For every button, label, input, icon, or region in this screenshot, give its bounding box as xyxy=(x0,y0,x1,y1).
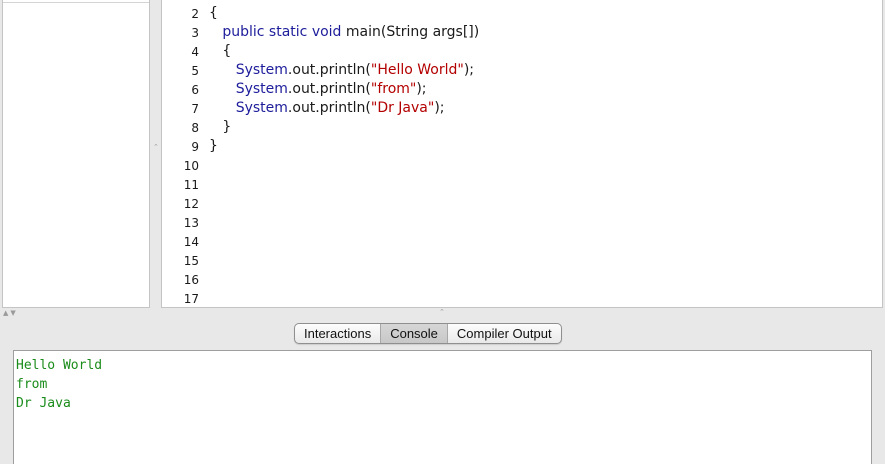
code-editor[interactable]: 2 3 4 5 6 7 8 9 10 11 12 13 14 15 16 17 { public static… xyxy=(161,0,883,308)
console-line: Hello World xyxy=(16,358,103,373)
code-token: System xyxy=(209,62,288,78)
code-token: ); xyxy=(416,81,427,97)
tab-interactions[interactable]: Interactions xyxy=(295,324,382,343)
line-number: 14 xyxy=(183,235,199,249)
code-line[interactable]: public static void main(String args[]) xyxy=(209,24,479,40)
line-number: 9 xyxy=(191,140,199,154)
console-output: Hello World from Dr Java xyxy=(16,356,102,413)
line-number: 12 xyxy=(183,197,199,211)
code-token: main(String args[]) xyxy=(345,24,480,40)
console-line: from xyxy=(16,377,48,392)
horizontal-splitter[interactable]: ▲▼ ⌃ xyxy=(0,308,885,322)
vertical-splitter[interactable]: ⌃ xyxy=(150,0,161,308)
code-token: "from" xyxy=(370,81,417,97)
line-number-gutter: 2 3 4 5 6 7 8 9 10 11 12 13 14 15 16 17 xyxy=(162,0,202,307)
line-number: 11 xyxy=(183,178,199,192)
code-token: .out.println( xyxy=(287,100,371,116)
code-token: ); xyxy=(434,100,445,116)
code-token: public static void xyxy=(209,24,346,40)
code-line[interactable]: { xyxy=(209,43,231,59)
code-line[interactable]: System.out.println("from"); xyxy=(209,81,427,97)
drjava-window: ⌃ 2 3 4 5 6 7 8 9 10 11 12 13 14 15 16 17 { public stat… xyxy=(0,0,885,464)
code-line[interactable]: System.out.println("Dr Java"); xyxy=(209,100,445,116)
code-line[interactable]: } xyxy=(209,138,218,154)
line-number: 15 xyxy=(183,254,199,268)
line-number: 13 xyxy=(183,216,199,230)
code-token: { xyxy=(209,43,232,59)
code-token: "Dr Java" xyxy=(370,100,435,116)
code-token: System xyxy=(209,81,288,97)
output-tab-bar: Interactions Console Compiler Output xyxy=(294,323,562,344)
file-tree-header xyxy=(3,0,149,3)
line-number: 16 xyxy=(183,273,199,287)
code-line[interactable]: System.out.println("Hello World"); xyxy=(209,62,474,78)
code-token: .out.println( xyxy=(287,81,371,97)
code-token: System xyxy=(209,100,288,116)
code-token: ); xyxy=(463,62,474,78)
line-number: 5 xyxy=(191,64,199,78)
splitter-arrows-icon[interactable]: ▲▼ xyxy=(3,309,18,317)
code-token: { xyxy=(209,5,218,21)
line-number: 2 xyxy=(191,7,199,21)
code-token: } xyxy=(209,138,218,154)
code-token: "Hello World" xyxy=(370,62,464,78)
file-tree-pane[interactable] xyxy=(2,0,150,308)
line-number: 6 xyxy=(191,83,199,97)
console-pane[interactable]: Hello World from Dr Java xyxy=(13,350,872,464)
tab-console[interactable]: Console xyxy=(381,324,448,343)
line-number: 10 xyxy=(183,159,199,173)
line-number: 4 xyxy=(191,45,199,59)
code-line[interactable]: { xyxy=(209,5,218,21)
console-line: Dr Java xyxy=(16,396,71,411)
line-number: 8 xyxy=(191,121,199,135)
code-token: .out.println( xyxy=(287,62,371,78)
splitter-grip-icon[interactable]: ⌃ xyxy=(439,308,445,316)
line-number: 17 xyxy=(183,292,199,306)
code-token: } xyxy=(209,119,232,135)
line-number: 3 xyxy=(191,26,199,40)
splitter-grip-icon[interactable]: ⌃ xyxy=(153,143,159,151)
code-line[interactable]: } xyxy=(209,119,231,135)
tab-compiler-output[interactable]: Compiler Output xyxy=(448,324,561,343)
line-number: 7 xyxy=(191,102,199,116)
